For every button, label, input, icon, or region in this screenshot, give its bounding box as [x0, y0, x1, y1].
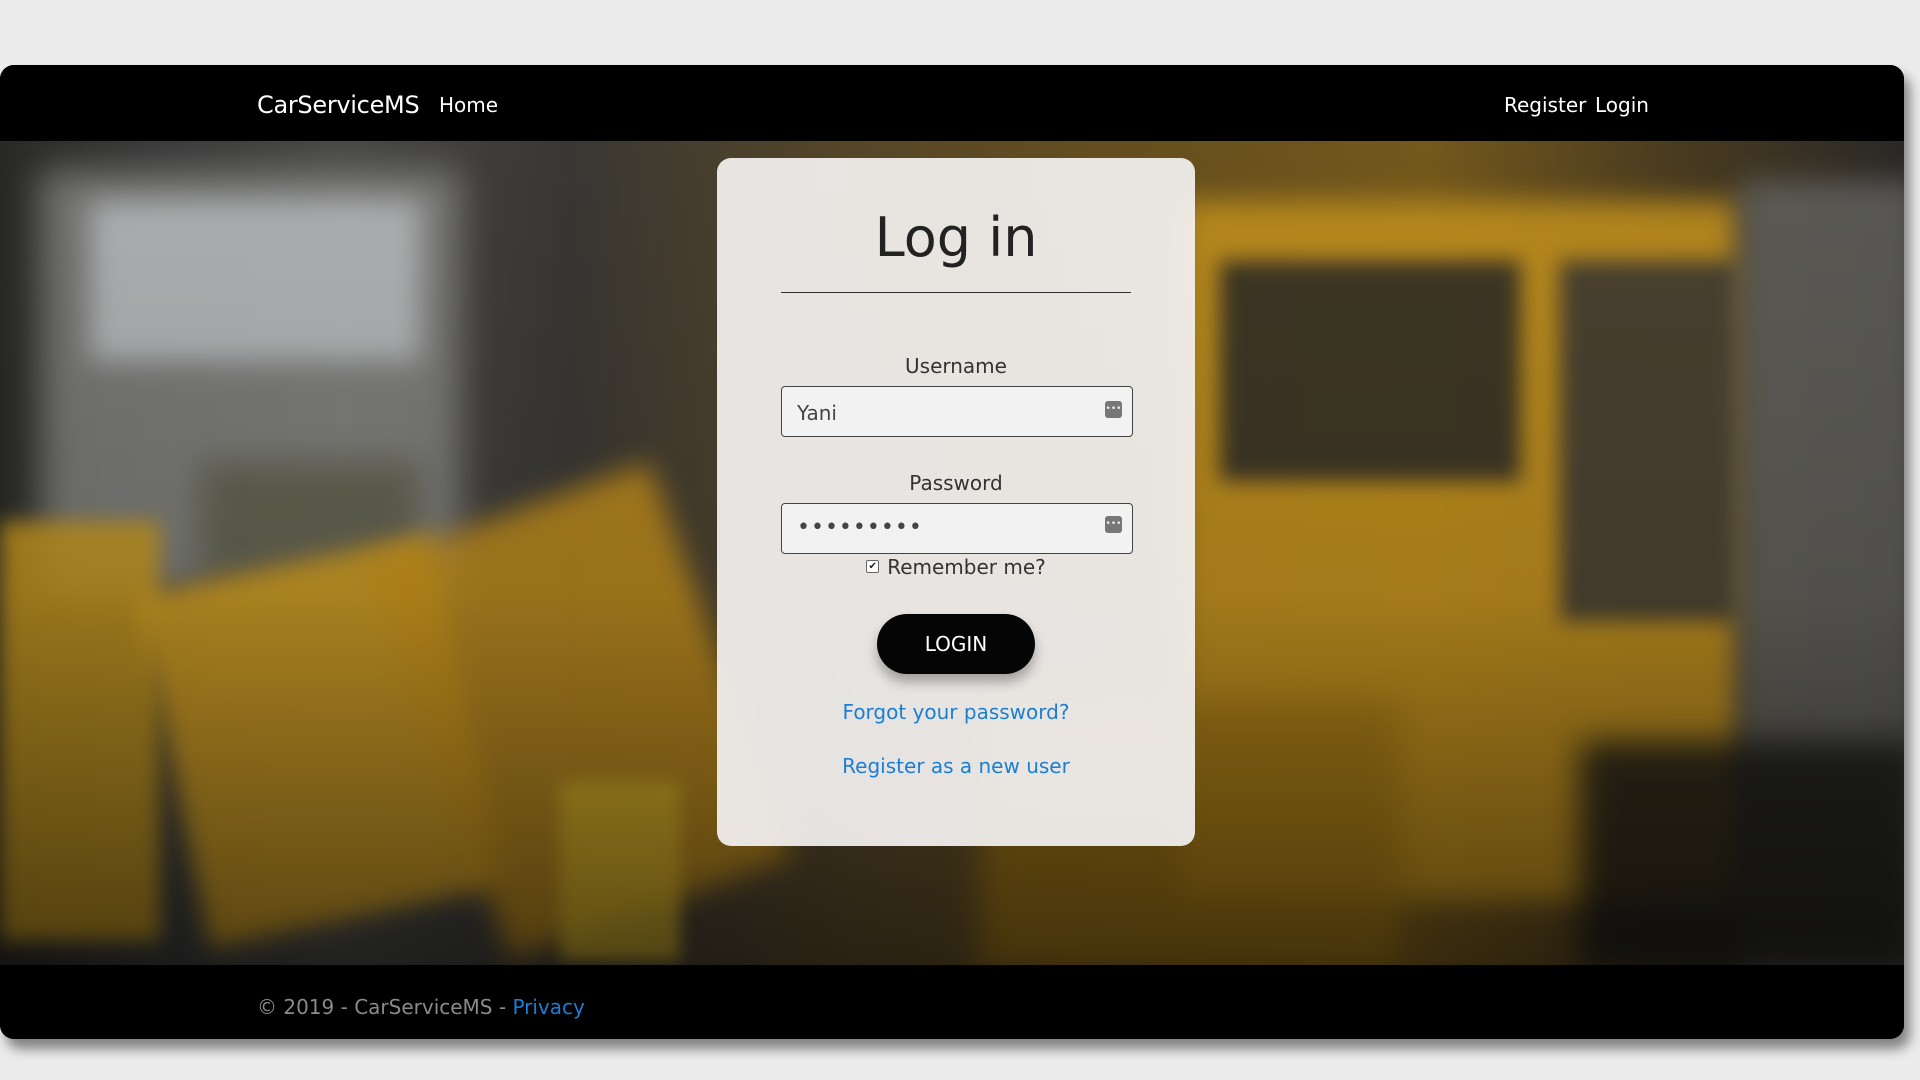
copyright-text: © 2019 - CarServiceMS -: [257, 995, 513, 1019]
nav-register-link[interactable]: Register: [1504, 93, 1586, 117]
privacy-link[interactable]: Privacy: [512, 995, 584, 1019]
browser-window: CarServiceMS Home Register Login Log in …: [0, 65, 1904, 1039]
remember-me-checkbox[interactable]: ✔: [866, 560, 880, 573]
navbar: CarServiceMS Home Register Login: [0, 65, 1904, 141]
title-divider: [781, 292, 1131, 293]
footer-text: © 2019 - CarServiceMS - Privacy: [257, 995, 585, 1019]
forgot-password-link[interactable]: Forgot your password?: [717, 700, 1195, 724]
checkmark-icon: ✔: [868, 561, 877, 572]
password-label: Password: [909, 471, 1003, 495]
username-value: Yani: [797, 401, 837, 425]
username-field[interactable]: Yani •••: [781, 386, 1133, 437]
remember-me-row: ✔ Remember me?: [717, 555, 1195, 579]
nav-login-link[interactable]: Login: [1595, 93, 1649, 117]
login-card: Log in Username Yani ••• Password ••••••…: [717, 158, 1195, 846]
login-button[interactable]: LOGIN: [877, 614, 1035, 674]
password-manager-key-icon[interactable]: •••: [1105, 401, 1122, 418]
footer: © 2019 - CarServiceMS - Privacy: [0, 965, 1904, 1039]
username-label: Username: [905, 354, 1007, 378]
password-value: •••••••••: [797, 515, 923, 540]
nav-home-link[interactable]: Home: [439, 93, 498, 117]
brand-link[interactable]: CarServiceMS: [257, 91, 420, 119]
password-manager-key-icon[interactable]: •••: [1105, 516, 1122, 533]
register-new-user-link[interactable]: Register as a new user: [717, 754, 1195, 778]
password-field[interactable]: ••••••••• •••: [781, 503, 1133, 554]
login-title: Log in: [874, 206, 1038, 269]
remember-me-label[interactable]: Remember me?: [887, 555, 1046, 579]
